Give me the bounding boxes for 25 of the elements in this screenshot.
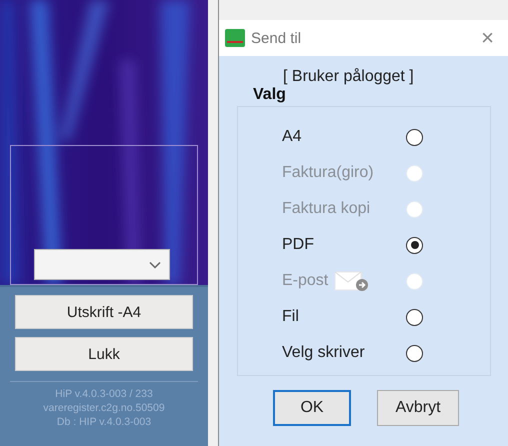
version-text: vareregister.c2g.no.50509: [43, 402, 165, 414]
option-label: E-post: [282, 272, 328, 290]
radio-button[interactable]: [406, 128, 423, 146]
radio-button[interactable]: [406, 308, 423, 326]
option-label: Velg skriver: [282, 344, 365, 362]
version-text: Db : HIP v.4.0.3-003: [56, 416, 152, 428]
dialog-button[interactable]: OK: [273, 390, 351, 426]
app-icon: [225, 29, 245, 47]
user-status: [ Bruker pålogget ]: [283, 68, 415, 86]
dialog-button[interactable]: Avbryt: [377, 390, 459, 426]
option-label: Fil: [282, 308, 299, 326]
option-label: Faktura(giro): [282, 164, 374, 182]
panel-button[interactable]: Utskrift -A4: [15, 295, 193, 329]
close-button[interactable]: ×: [475, 25, 500, 51]
mail-icon: [334, 270, 370, 292]
radio-button[interactable]: [406, 236, 423, 254]
radio-button[interactable]: [406, 344, 423, 362]
panel-button[interactable]: Lukk: [15, 337, 193, 371]
group-title: Valg: [253, 86, 287, 104]
option-label: A4: [282, 128, 302, 146]
option-label: PDF: [282, 236, 314, 254]
chevron-icon: [149, 260, 161, 268]
version-text: HiP v.4.0.3-003 / 233: [55, 388, 153, 400]
option-label: Faktura kopi: [282, 200, 370, 218]
window-title: Send til: [251, 30, 302, 46]
